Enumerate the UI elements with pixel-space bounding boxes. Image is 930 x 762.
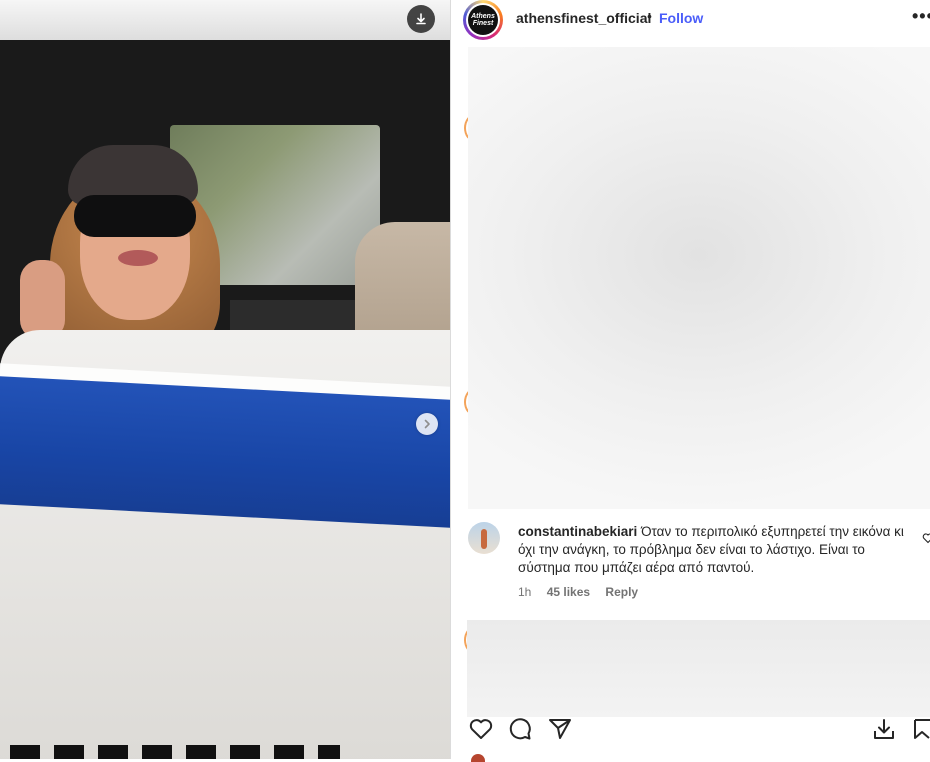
- separator-dot: •: [647, 8, 652, 24]
- chevron-right-icon: [424, 419, 430, 429]
- caption-overlay: [10, 745, 340, 759]
- comment-likes[interactable]: 45 likes: [547, 585, 590, 599]
- share-icon: [549, 719, 571, 739]
- post-username[interactable]: athensfinest_official: [516, 10, 651, 26]
- profile-avatar[interactable]: Athens Finest: [463, 0, 503, 40]
- download-button[interactable]: [407, 5, 435, 33]
- comment-icon: [509, 718, 531, 740]
- reply-button[interactable]: Reply: [605, 585, 638, 599]
- save-icon: [914, 719, 930, 739]
- blurred-comments-region: [467, 620, 930, 717]
- download-save-button[interactable]: [871, 716, 897, 747]
- comment-meta: 1h 45 likes Reply: [518, 585, 650, 599]
- commenter-avatar[interactable]: [468, 522, 500, 554]
- comment-body: constantinabekiari Όταν το περιπολικό εξ…: [518, 523, 918, 577]
- follow-button[interactable]: Follow: [659, 10, 703, 26]
- comment-like-button[interactable]: [922, 531, 930, 549]
- heart-icon: [469, 719, 493, 739]
- post-header: Athens Finest athensfinest_official • Fo…: [451, 0, 930, 40]
- heart-icon: [922, 533, 930, 544]
- person-hand: [20, 260, 65, 340]
- avatar-logo: Athens Finest: [468, 5, 498, 35]
- like-button[interactable]: [468, 716, 494, 747]
- next-media-button[interactable]: [416, 413, 438, 435]
- post-media[interactable]: [0, 0, 450, 759]
- door-blue-stripe: [0, 376, 450, 528]
- comment-username[interactable]: constantinabekiari: [518, 524, 637, 539]
- blurred-comments-region: [468, 47, 930, 509]
- next-avatar-peek: [471, 754, 485, 762]
- comment-time: 1h: [518, 585, 532, 599]
- download-icon: [874, 719, 894, 739]
- post-actions: [451, 713, 930, 743]
- person-sunglasses: [74, 195, 196, 237]
- save-button[interactable]: [912, 716, 930, 747]
- share-button[interactable]: [547, 716, 573, 747]
- download-icon: [416, 13, 426, 25]
- person-lips: [118, 250, 158, 266]
- post-sidebar: Athens Finest athensfinest_official • Fo…: [451, 0, 930, 762]
- comment-button[interactable]: [507, 716, 533, 747]
- more-options-button[interactable]: •••: [912, 6, 930, 27]
